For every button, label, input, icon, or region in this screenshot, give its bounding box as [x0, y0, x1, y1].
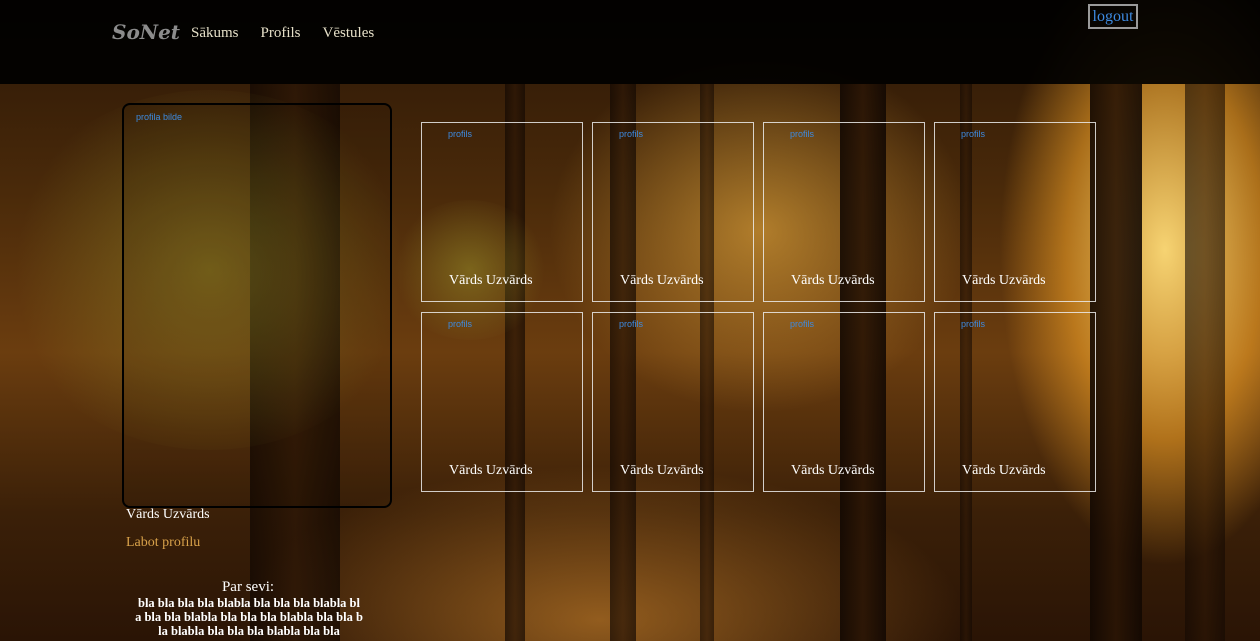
friend-photo-label: profils — [619, 129, 644, 139]
logout-button[interactable]: logout — [1088, 4, 1138, 29]
nav-messages-link[interactable]: Vēstules — [323, 25, 375, 42]
friend-card[interactable]: profils Vārds Uzvārds — [763, 122, 925, 302]
friend-photo-label: profils — [790, 319, 815, 329]
friend-photo-label: profils — [790, 129, 815, 139]
friend-card[interactable]: profils Vārds Uzvārds — [934, 312, 1096, 492]
friend-card[interactable]: profils Vārds Uzvārds — [421, 122, 583, 302]
friend-card[interactable]: profils Vārds Uzvārds — [763, 312, 925, 492]
profile-photo: profila bilde — [122, 103, 392, 508]
friends-grid: profils Vārds Uzvārds profils Vārds Uzvā… — [421, 122, 1101, 492]
friend-name[interactable]: Vārds Uzvārds — [620, 463, 704, 479]
friend-name[interactable]: Vārds Uzvārds — [620, 273, 704, 289]
friend-photo-label: profils — [619, 319, 644, 329]
about-text: bla bla bla bla blabla bla bla bla blabl… — [135, 596, 363, 638]
friend-name[interactable]: Vārds Uzvārds — [791, 463, 875, 479]
friend-photo-label: profils — [448, 129, 473, 139]
friend-card[interactable]: profils Vārds Uzvārds — [592, 122, 754, 302]
friend-name[interactable]: Vārds Uzvārds — [791, 273, 875, 289]
friend-photo-label: profils — [961, 319, 986, 329]
friend-card[interactable]: profils Vārds Uzvārds — [934, 122, 1096, 302]
edit-profile-link[interactable]: Labot profilu — [126, 535, 200, 551]
friend-name[interactable]: Vārds Uzvārds — [962, 463, 1046, 479]
profile-name: Vārds Uzvārds — [126, 507, 210, 522]
top-navbar: SoNet Sākums Profils Vēstules logout — [0, 0, 1260, 84]
friend-name[interactable]: Vārds Uzvārds — [449, 463, 533, 479]
friend-name[interactable]: Vārds Uzvārds — [449, 273, 533, 289]
friend-name[interactable]: Vārds Uzvārds — [962, 273, 1046, 289]
friend-photo-label: profils — [448, 319, 473, 329]
main-nav: Sākums Profils Vēstules — [191, 25, 374, 42]
friend-card[interactable]: profils Vārds Uzvārds — [592, 312, 754, 492]
about-title: Par sevi: — [221, 579, 275, 595]
friend-card[interactable]: profils Vārds Uzvārds — [421, 312, 583, 492]
nav-profile-link[interactable]: Profils — [261, 25, 301, 42]
friend-photo-label: profils — [961, 129, 986, 139]
profile-photo-label: profila bilde — [136, 112, 183, 122]
nav-home-link[interactable]: Sākums — [191, 25, 239, 42]
site-logo[interactable]: SoNet — [112, 20, 180, 44]
